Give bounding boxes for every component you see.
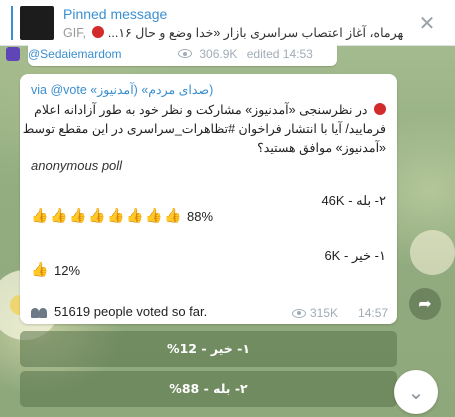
- previous-views: 306.9K: [199, 47, 238, 61]
- previous-message-meta: 306.9K edited 14:53: [178, 47, 313, 61]
- thumbs-up-icon: 👍: [164, 208, 182, 224]
- thumbs-up-icon: 👍: [50, 208, 68, 224]
- voters-text: 51619 people voted so far.: [54, 304, 208, 319]
- poll-question-line-2: فرمایید/ آیا با انتشار فراخوان #تظاهرات_…: [22, 122, 386, 136]
- eye-icon: [178, 49, 192, 58]
- option-votes: 6K: [324, 248, 341, 263]
- message-views: 315K: [310, 306, 339, 320]
- chevron-down-icon[interactable]: ⌄: [394, 370, 438, 414]
- thumbs-up-icon: 👍: [31, 262, 49, 278]
- message-meta: 315K 14:57: [292, 306, 388, 320]
- poll-option-no-bar: 👍 12%: [31, 262, 80, 278]
- pinned-thumbnail: [20, 6, 54, 40]
- pinned-accent-line: [11, 6, 13, 40]
- vote-yes-button[interactable]: ۲- بله - 88%: [20, 371, 397, 407]
- previous-message-handle[interactable]: @Sedaiemardom: [28, 47, 122, 61]
- thumbs-up-icon: 👍: [107, 208, 125, 224]
- poll-option-yes-label: ۲- بله - 46K: [321, 193, 386, 208]
- thumbs-up-icon: 👍: [126, 208, 144, 224]
- option-percent: 88%: [187, 208, 214, 224]
- poll-option-yes-bar: 👍 👍 👍 👍 👍 👍 👍 👍 88%: [31, 208, 213, 224]
- option-label: ۲- بله: [356, 193, 386, 208]
- poll-message-bubble: (صدای مردم» (آمدنیوز» via @vote در نظرسن…: [20, 74, 397, 324]
- instagram-icon: [6, 47, 20, 61]
- red-circle-icon: [374, 103, 386, 115]
- previous-edited: edited 14:53: [246, 47, 313, 61]
- pinned-message-bar[interactable]: Pinned message GIF, ...مهرماه، آغاز اعتص…: [0, 0, 455, 46]
- vote-no-button[interactable]: ۱- خیر - 12%: [20, 331, 397, 367]
- poll-question-line-3: «آمدنیوز» موافق هستید؟: [257, 141, 386, 155]
- poll-option-no-label: ۱- خیر - 6K: [324, 248, 386, 263]
- option-label: ۱- خیر: [351, 248, 386, 263]
- red-circle-icon: [92, 26, 105, 38]
- option-percent: 12%: [54, 262, 81, 278]
- close-icon[interactable]: ✕: [416, 12, 438, 34]
- thumbs-up-icon: 👍: [145, 208, 163, 224]
- question-text: در نظرسنجی «آمدنیوز» مشارکت و نظر خود به…: [34, 103, 368, 117]
- pinned-gif-label: GIF,: [63, 26, 90, 40]
- pinned-preview: GIF, ...مهرماه، آغاز اعتصاب سراسری بازار…: [63, 25, 403, 40]
- people-icon: [31, 306, 49, 318]
- share-icon[interactable]: ➦: [409, 288, 441, 320]
- pinned-title: Pinned message: [63, 6, 168, 22]
- thumbs-up-icon: 👍: [31, 208, 49, 224]
- thumbs-up-icon: 👍: [69, 208, 87, 224]
- poll-type-label: anonymous poll: [31, 158, 123, 173]
- via-bot-label[interactable]: (صدای مردم» (آمدنیوز» via @vote: [31, 82, 213, 97]
- message-time: 14:57: [358, 306, 389, 320]
- eye-icon: [292, 308, 306, 318]
- option-votes: 46K: [321, 193, 345, 208]
- thumbs-up-icon: 👍: [88, 208, 106, 224]
- background-flower: [410, 230, 455, 275]
- poll-question-line-1: در نظرسنجی «آمدنیوز» مشارکت و نظر خود به…: [34, 102, 386, 117]
- pinned-preview-text: ...مهرماه، آغاز اعتصاب سراسری بازار «خدا…: [107, 26, 403, 40]
- poll-voters: 51619 people voted so far.: [31, 304, 207, 319]
